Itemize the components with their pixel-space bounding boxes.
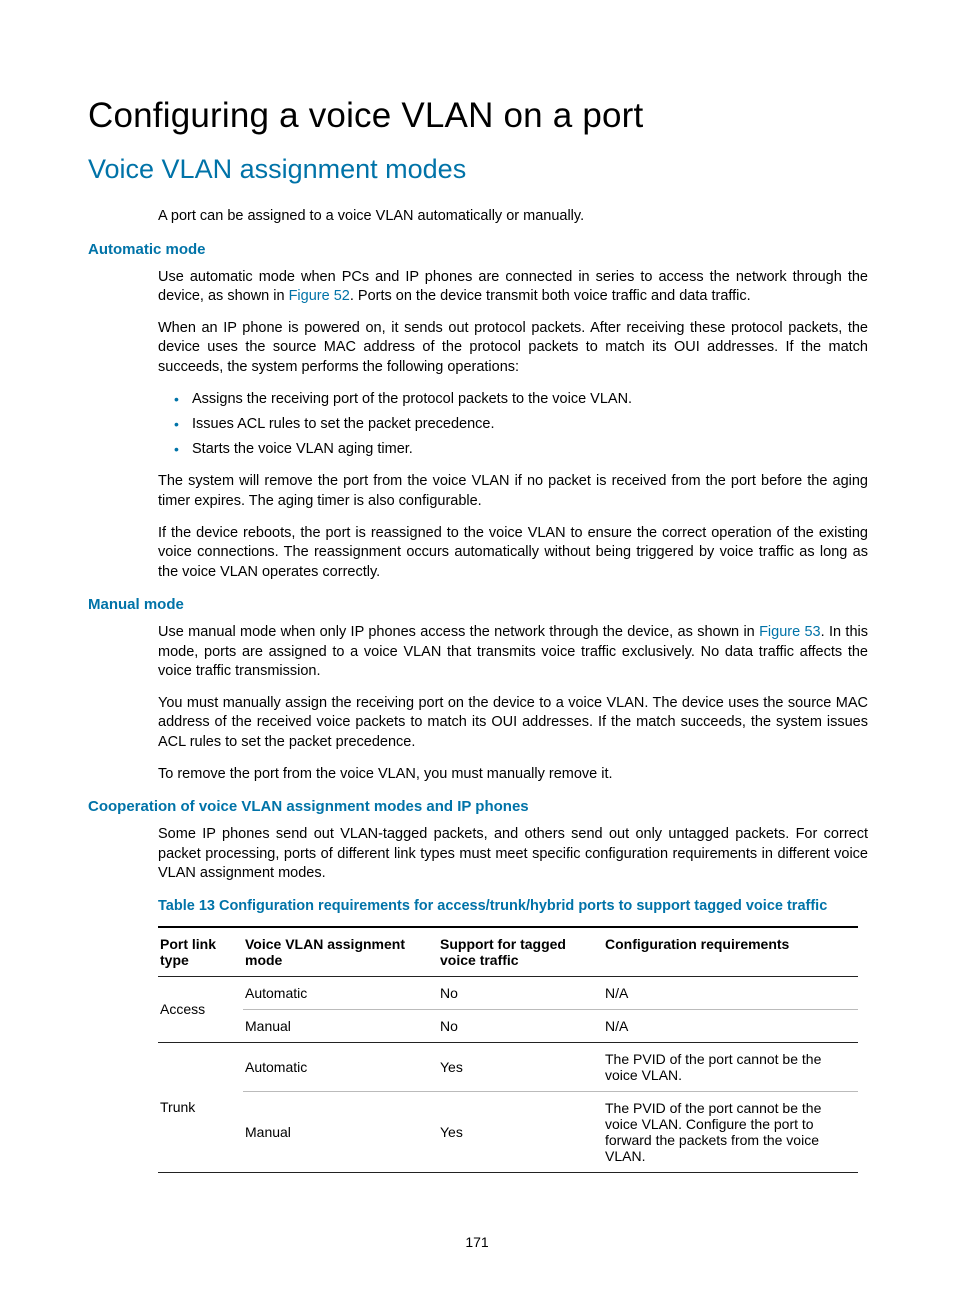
th-linktype: Port link type: [158, 927, 243, 977]
table-row: Access Automatic No N/A: [158, 976, 858, 1009]
manual-block: Use manual mode when only IP phones acce…: [158, 623, 868, 784]
coop-block: Some IP phones send out VLAN-tagged pack…: [158, 825, 868, 1173]
cell-support: No: [438, 1009, 603, 1042]
cell-support: No: [438, 976, 603, 1009]
table-row: Manual Yes The PVID of the port cannot b…: [158, 1091, 858, 1172]
auto-p1-b: . Ports on the device transmit both voic…: [350, 288, 751, 304]
page: Configuring a voice VLAN on a port Voice…: [0, 0, 954, 1296]
table-caption: Table 13 Configuration requirements for …: [158, 898, 868, 914]
list-item: Assigns the receiving port of the protoc…: [192, 389, 868, 410]
auto-p4: If the device reboots, the port is reass…: [158, 524, 868, 583]
auto-p2: When an IP phone is powered on, it sends…: [158, 319, 868, 378]
cell-mode: Automatic: [243, 976, 438, 1009]
cell-support: Yes: [438, 1042, 603, 1091]
subheading-cooperation: Cooperation of voice VLAN assignment mod…: [88, 798, 866, 815]
coop-p1: Some IP phones send out VLAN-tagged pack…: [158, 825, 868, 884]
intro-block: A port can be assigned to a voice VLAN a…: [158, 207, 868, 227]
cell-req: N/A: [603, 1009, 858, 1042]
figure-52-link[interactable]: Figure 52: [289, 288, 350, 304]
cell-linktype-trunk: Trunk: [158, 1042, 243, 1172]
list-item: Starts the voice VLAN aging timer.: [192, 439, 868, 460]
manual-p3: To remove the port from the voice VLAN, …: [158, 765, 868, 785]
cell-mode: Automatic: [243, 1042, 438, 1091]
subheading-automatic: Automatic mode: [88, 241, 866, 258]
cell-req: The PVID of the port cannot be the voice…: [603, 1091, 858, 1172]
cell-req: The PVID of the port cannot be the voice…: [603, 1042, 858, 1091]
table-row: Manual No N/A: [158, 1009, 858, 1042]
manual-p1-a: Use manual mode when only IP phones acce…: [158, 624, 759, 640]
cell-mode: Manual: [243, 1009, 438, 1042]
th-support: Support for tagged voice traffic: [438, 927, 603, 977]
cell-mode: Manual: [243, 1091, 438, 1172]
config-requirements-table: Port link type Voice VLAN assignment mod…: [158, 926, 858, 1173]
cell-req: N/A: [603, 976, 858, 1009]
auto-p1: Use automatic mode when PCs and IP phone…: [158, 268, 868, 307]
list-item: Issues ACL rules to set the packet prece…: [192, 414, 868, 435]
th-mode: Voice VLAN assignment mode: [243, 927, 438, 977]
section-heading: Voice VLAN assignment modes: [88, 154, 866, 185]
cell-support: Yes: [438, 1091, 603, 1172]
figure-53-link[interactable]: Figure 53: [759, 624, 821, 640]
table-row: Trunk Automatic Yes The PVID of the port…: [158, 1042, 858, 1091]
page-title: Configuring a voice VLAN on a port: [88, 96, 866, 136]
auto-p3: The system will remove the port from the…: [158, 472, 868, 511]
manual-p2: You must manually assign the receiving p…: [158, 694, 868, 753]
manual-p1: Use manual mode when only IP phones acce…: [158, 623, 868, 682]
subheading-manual: Manual mode: [88, 596, 866, 613]
automatic-block: Use automatic mode when PCs and IP phone…: [158, 268, 868, 583]
page-number: 171: [0, 1234, 954, 1250]
cell-linktype-access: Access: [158, 976, 243, 1042]
intro-paragraph: A port can be assigned to a voice VLAN a…: [158, 207, 868, 227]
th-req: Configuration requirements: [603, 927, 858, 977]
table-header-row: Port link type Voice VLAN assignment mod…: [158, 927, 858, 977]
auto-ops-list: Assigns the receiving port of the protoc…: [158, 389, 868, 460]
